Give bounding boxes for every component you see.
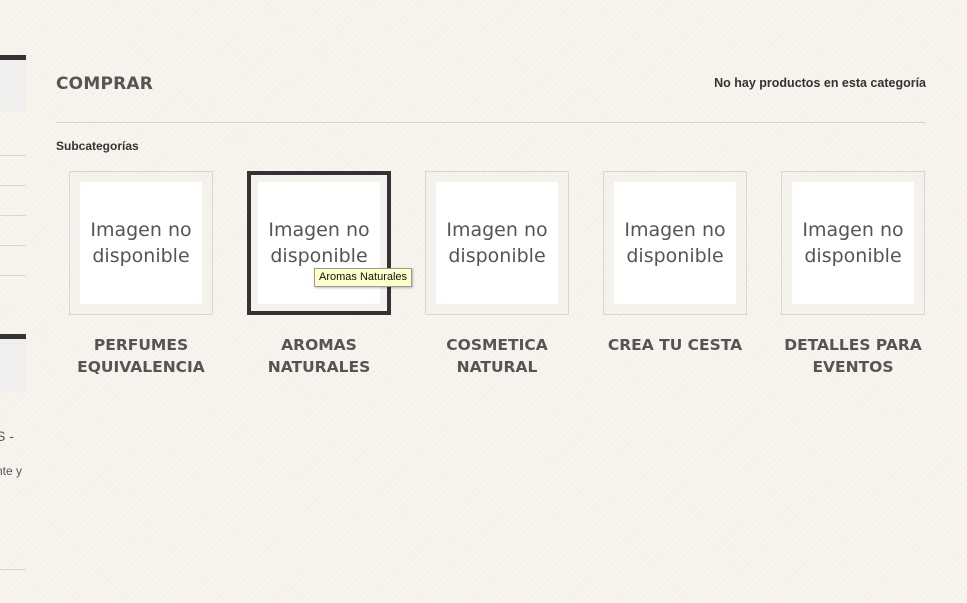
sidebar-divider: [0, 155, 26, 156]
subcategories-heading: Subcategorías: [56, 139, 139, 153]
subcategory-name-link[interactable]: DETALLES PARA EVENTOS: [781, 334, 925, 378]
header-divider: [56, 122, 926, 123]
image-placeholder: Imagen no disponible: [436, 182, 558, 304]
image-unavailable-text: Imagen no disponible: [624, 219, 726, 267]
subcategory-card[interactable]: Imagen no disponible COSMETICA NATURAL: [425, 171, 571, 378]
image-unavailable-text: Imagen no disponible: [268, 219, 370, 267]
subcategory-image[interactable]: Imagen no disponible: [69, 171, 213, 315]
sidebar-divider: [0, 245, 26, 246]
sidebar-block-header: [0, 334, 26, 392]
image-placeholder: Imagen no disponible: [792, 182, 914, 304]
subcategory-image[interactable]: Imagen no disponible: [781, 171, 925, 315]
image-unavailable-text: Imagen no disponible: [90, 219, 192, 267]
subcategory-image[interactable]: Imagen no disponible: [603, 171, 747, 315]
subcategory-name-link[interactable]: CREA TU CESTA: [603, 334, 747, 356]
image-placeholder: Imagen no disponible: [614, 182, 736, 304]
sidebar-divider: [0, 215, 26, 216]
image-placeholder: Imagen no disponible: [80, 182, 202, 304]
image-unavailable-text: Imagen no disponible: [802, 219, 904, 267]
subcategory-name-link[interactable]: AROMAS NATURALES: [247, 334, 391, 378]
subcategory-card[interactable]: Imagen no disponible DETALLES PARA EVENT…: [781, 171, 927, 378]
image-unavailable-text: Imagen no disponible: [446, 219, 548, 267]
subcategory-image[interactable]: Imagen no disponible: [425, 171, 569, 315]
subcategory-card[interactable]: Imagen no disponible PERFUMES EQUIVALENC…: [69, 171, 215, 378]
sidebar-divider: [0, 569, 26, 570]
sidebar-partial-text: S -: [0, 428, 14, 444]
category-page: S - nte y COMPRAR No hay productos en es…: [0, 0, 967, 603]
sidebar-block-header: [0, 55, 26, 112]
left-sidebar: S - nte y: [0, 0, 26, 603]
no-products-message: No hay productos en esta categoría: [714, 76, 926, 90]
subcategory-list: Imagen no disponible PERFUMES EQUIVALENC…: [69, 171, 927, 391]
sidebar-partial-text: nte y: [0, 464, 23, 478]
sidebar-divider: [0, 185, 26, 186]
page-title: COMPRAR: [56, 74, 154, 94]
sidebar-divider: [0, 275, 26, 276]
subcategory-name-link[interactable]: PERFUMES EQUIVALENCIA: [69, 334, 213, 378]
subcategory-name-link[interactable]: COSMETICA NATURAL: [425, 334, 569, 378]
subcategory-image[interactable]: Imagen no disponible: [247, 171, 391, 315]
subcategory-card[interactable]: Imagen no disponible CREA TU CESTA: [603, 171, 749, 356]
tooltip: Aromas Naturales: [314, 268, 413, 287]
